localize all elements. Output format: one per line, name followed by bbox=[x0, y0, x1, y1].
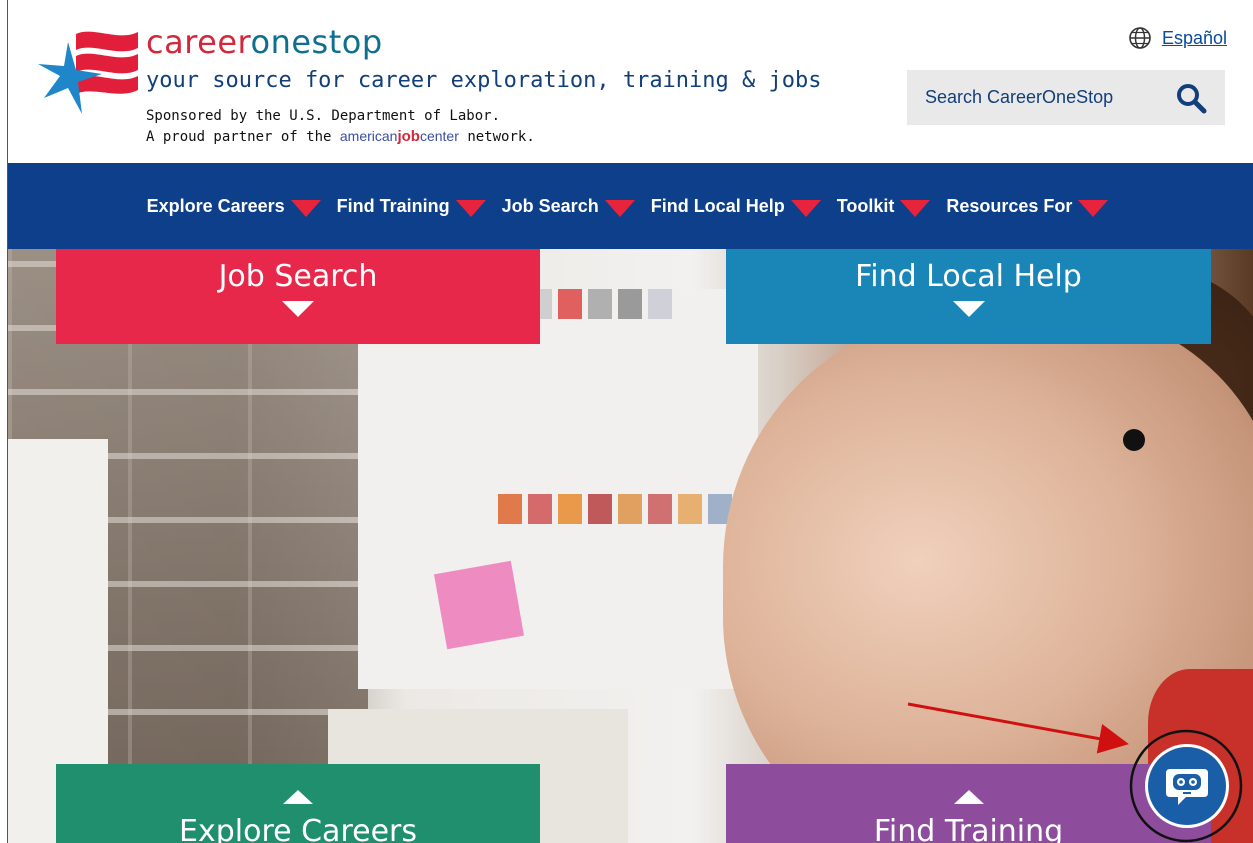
sticky-note bbox=[433, 560, 525, 650]
dropdown-triangle-icon bbox=[900, 199, 931, 217]
search-icon bbox=[1177, 84, 1207, 114]
nav-label: Toolkit bbox=[836, 195, 895, 216]
sponsor-line: Sponsored by the U.S. Department of Labo… bbox=[146, 108, 501, 124]
dropdown-triangle-icon bbox=[790, 199, 821, 217]
ajc-job: job bbox=[397, 128, 420, 145]
partner-suffix: network. bbox=[458, 129, 535, 145]
nav-label: Find Local Help bbox=[650, 195, 785, 216]
chatbot-button[interactable] bbox=[1148, 747, 1226, 825]
partner-prefix: A proud partner of the bbox=[146, 129, 340, 145]
tile-label: Explore Careers bbox=[179, 814, 417, 843]
careeronestop-logo-icon[interactable] bbox=[38, 24, 142, 116]
site-header: careeronestop your source for career exp… bbox=[8, 0, 1253, 163]
nav-find-local-help[interactable]: Find Local Help bbox=[651, 196, 821, 217]
dropdown-triangle-icon bbox=[455, 199, 486, 217]
nav-label: Job Search bbox=[501, 195, 599, 216]
tile-find-training[interactable]: Find Training bbox=[726, 764, 1211, 843]
globe-icon bbox=[1129, 27, 1151, 49]
partner-line: A proud partner of the americanjobcenter… bbox=[146, 126, 535, 147]
tile-label: Find Training bbox=[873, 814, 1064, 843]
espanol-link[interactable]: Español bbox=[1162, 28, 1227, 49]
tile-explore-careers[interactable]: Explore Careers bbox=[56, 764, 540, 843]
brand-career: career bbox=[146, 23, 251, 61]
caret-up-icon bbox=[953, 790, 984, 804]
brand-name[interactable]: careeronestop bbox=[146, 24, 383, 60]
nav-job-search[interactable]: Job Search bbox=[502, 196, 635, 217]
tile-label: Find Local Help bbox=[855, 259, 1082, 294]
main-nav: Explore Careers Find Training Job Search… bbox=[8, 163, 1253, 249]
search-button[interactable]: Search CareerOneStop bbox=[907, 70, 1225, 125]
nav-find-training[interactable]: Find Training bbox=[337, 196, 486, 217]
tile-job-search[interactable]: Job Search bbox=[56, 249, 540, 344]
brand-onestop: onestop bbox=[250, 23, 383, 61]
tagline: your source for career exploration, trai… bbox=[146, 68, 822, 93]
dropdown-triangle-icon bbox=[290, 199, 321, 217]
color-chart-row bbox=[498, 494, 732, 524]
caret-down-icon bbox=[282, 301, 314, 317]
whiteboard-background bbox=[358, 289, 758, 689]
chatbot-icon bbox=[1166, 769, 1208, 805]
sponsor-text: Sponsored by the U.S. Department of Labo… bbox=[146, 106, 535, 147]
left-border bbox=[0, 0, 8, 843]
ajc-center: center bbox=[419, 128, 459, 144]
search-label: Search CareerOneStop bbox=[925, 87, 1114, 107]
nav-label: Find Training bbox=[336, 195, 450, 216]
earring bbox=[1123, 429, 1145, 451]
caret-down-icon bbox=[952, 301, 985, 317]
nav-label: Resources For bbox=[946, 195, 1073, 216]
nav-toolkit[interactable]: Toolkit bbox=[837, 196, 931, 217]
ajc-american: american bbox=[339, 128, 398, 144]
language-switcher[interactable]: Español bbox=[1128, 26, 1227, 50]
nav-resources-for[interactable]: Resources For bbox=[946, 195, 1109, 217]
tile-label: Job Search bbox=[218, 259, 378, 294]
nav-label: Explore Careers bbox=[146, 195, 285, 216]
hero-banner: Job Search Find Local Help Explore Caree… bbox=[8, 249, 1253, 843]
nav-explore-careers[interactable]: Explore Careers bbox=[147, 196, 321, 217]
caret-up-icon bbox=[283, 790, 313, 804]
dropdown-triangle-icon bbox=[1078, 199, 1109, 217]
dropdown-triangle-icon bbox=[604, 199, 635, 217]
tile-find-local-help[interactable]: Find Local Help bbox=[726, 249, 1211, 344]
